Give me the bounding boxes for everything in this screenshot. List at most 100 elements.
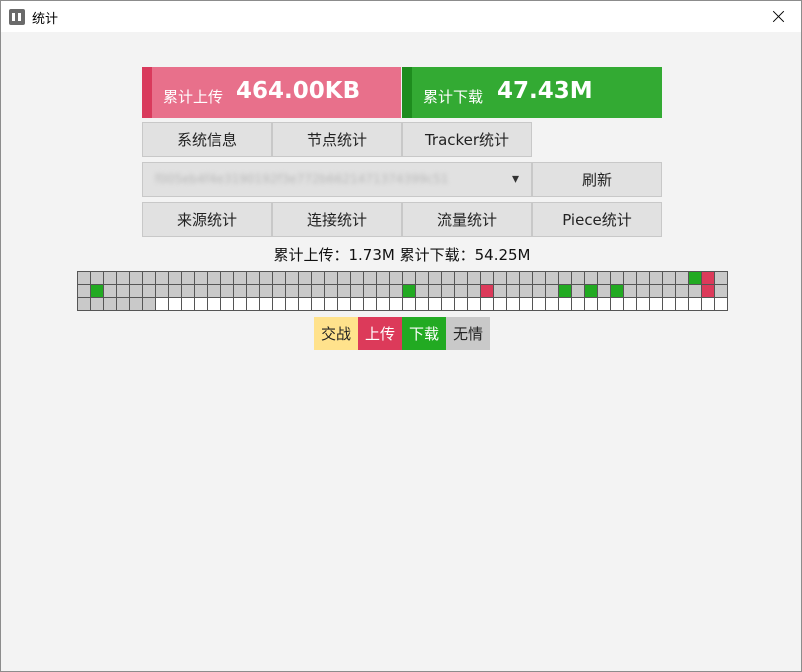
tab-node-stats[interactable]: 节点统计: [272, 122, 402, 157]
piece-cell: [78, 298, 90, 310]
piece-cell: [156, 285, 168, 297]
piece-cell: [208, 298, 220, 310]
piece-cell: [364, 272, 376, 284]
piece-cell: [559, 285, 571, 297]
piece-cell: [416, 285, 428, 297]
piece-cell: [377, 272, 389, 284]
piece-cell: [91, 272, 103, 284]
piece-cell: [117, 285, 129, 297]
piece-cell: [247, 285, 259, 297]
legend-download-label: 下载: [408, 325, 439, 343]
piece-cell: [130, 285, 142, 297]
tab-system-info[interactable]: 系统信息: [142, 122, 272, 157]
piece-cell: [689, 285, 701, 297]
piece-cell: [403, 272, 415, 284]
upload-total-label: 累计上传: [163, 88, 224, 106]
legend-download: 下载: [402, 317, 446, 350]
chevron-down-icon[interactable]: ▾: [512, 171, 519, 187]
upload-total-value: 464.00KB: [236, 78, 361, 104]
piece-cell: [273, 285, 285, 297]
piece-cell: [520, 298, 532, 310]
piece-cell: [260, 272, 272, 284]
piece-cell: [676, 298, 688, 310]
piece-cell: [130, 298, 142, 310]
piece-cell: [221, 272, 233, 284]
tab-tracker-stats[interactable]: Tracker统计: [402, 122, 532, 157]
piece-cell: [338, 272, 350, 284]
piece-cell: [299, 298, 311, 310]
download-total-panel: 累计下载 47.43M: [402, 67, 662, 118]
piece-cell: [572, 285, 584, 297]
title-bar[interactable]: 统计: [1, 1, 801, 32]
piece-cell: [637, 298, 649, 310]
piece-cell: [117, 272, 129, 284]
piece-cell: [208, 285, 220, 297]
piece-cell: [624, 298, 636, 310]
piece-cell: [156, 272, 168, 284]
piece-cell: [481, 285, 493, 297]
piece-cell: [390, 272, 402, 284]
piece-cell: [234, 272, 246, 284]
close-icon[interactable]: [755, 1, 801, 32]
piece-cell: [663, 285, 675, 297]
piece-cell: [455, 285, 467, 297]
tab-source-stats[interactable]: 来源统计: [142, 202, 272, 237]
piece-cell: [702, 272, 714, 284]
piece-cell: [169, 272, 181, 284]
piece-cell: [195, 272, 207, 284]
piece-cell: [221, 285, 233, 297]
piece-cell: [195, 285, 207, 297]
download-accent-strip: [402, 67, 412, 118]
tab-connection-stats[interactable]: 连接统计: [272, 202, 402, 237]
window-title: 统计: [32, 12, 59, 27]
piece-cell: [416, 298, 428, 310]
piece-cell: [403, 285, 415, 297]
piece-cell: [416, 272, 428, 284]
piece-cell: [182, 285, 194, 297]
piece-cell: [169, 285, 181, 297]
piece-cell: [130, 272, 142, 284]
piece-cell: [507, 298, 519, 310]
piece-cell: [468, 298, 480, 310]
piece-cell: [442, 285, 454, 297]
piece-cell: [598, 285, 610, 297]
piece-cell: [468, 272, 480, 284]
piece-cell: [182, 272, 194, 284]
app-icon: [9, 9, 25, 25]
piece-cell: [533, 298, 545, 310]
piece-cell: [390, 285, 402, 297]
piece-cell: [143, 298, 155, 310]
piece-cell: [546, 285, 558, 297]
piece-cell: [325, 272, 337, 284]
piece-cell: [676, 272, 688, 284]
refresh-button[interactable]: 刷新: [532, 162, 662, 197]
tab-traffic-stats[interactable]: 流量统计: [402, 202, 532, 237]
piece-cell: [286, 285, 298, 297]
piece-cell: [598, 298, 610, 310]
piece-cell: [312, 272, 324, 284]
piece-cell: [559, 298, 571, 310]
piece-cell: [689, 272, 701, 284]
download-total-value: 47.43M: [497, 78, 593, 104]
legend-exchange: 交战: [314, 317, 358, 350]
piece-cell: [390, 298, 402, 310]
piece-cell: [585, 298, 597, 310]
piece-cell: [624, 285, 636, 297]
piece-cell: [104, 285, 116, 297]
piece-cell: [676, 285, 688, 297]
piece-cell: [273, 272, 285, 284]
torrent-select-value: f005eb4f4e3190192f3e772b6621471374399c51: [155, 172, 449, 186]
piece-cell: [325, 285, 337, 297]
piece-cell: [247, 272, 259, 284]
piece-cell: [507, 285, 519, 297]
piece-cell: [117, 298, 129, 310]
torrent-select[interactable]: f005eb4f4e3190192f3e772b6621471374399c51…: [142, 162, 532, 197]
piece-cell: [455, 298, 467, 310]
piece-cell: [312, 285, 324, 297]
tab-piece-stats[interactable]: Piece统计: [532, 202, 662, 237]
piece-cell: [143, 285, 155, 297]
stats-window: 统计 累计上传 464.00KB 累计下载 47.43M 系统信息 节点统计 T…: [0, 0, 802, 672]
piece-cell: [143, 272, 155, 284]
download-total-label: 累计下载: [423, 88, 484, 106]
piece-cell: [481, 298, 493, 310]
